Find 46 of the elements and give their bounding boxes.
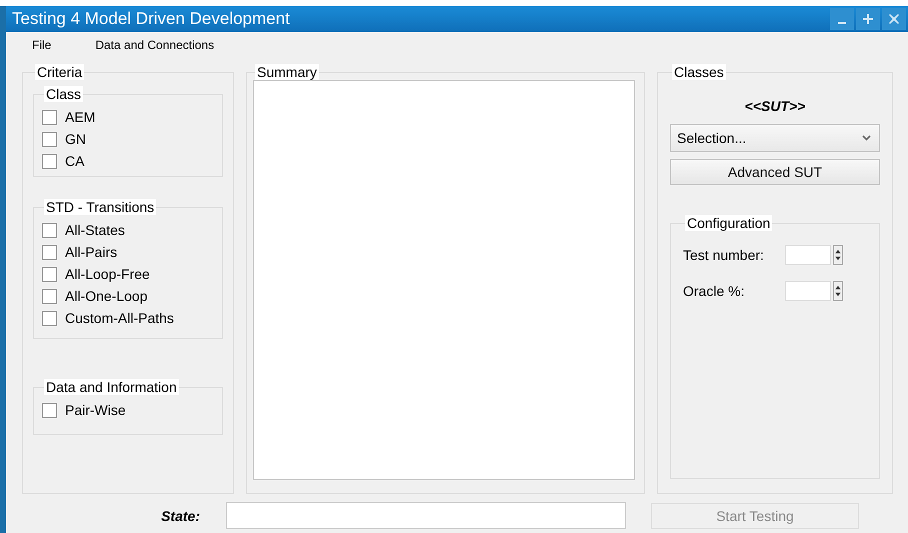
sut-label: <<SUT>>: [744, 98, 806, 114]
checkbox[interactable]: [42, 266, 57, 282]
checkbox-label: All-States: [65, 222, 125, 238]
menu-item[interactable]: Data and Connections: [95, 38, 214, 52]
checkbox[interactable]: [42, 402, 57, 418]
panel-title: Summary: [255, 64, 319, 80]
number-field[interactable]: [785, 245, 831, 265]
checkbox[interactable]: [42, 222, 57, 238]
minimize-button[interactable]: [830, 8, 854, 30]
checkbox-label: All-Loop-Free: [65, 266, 150, 282]
checkbox[interactable]: [42, 310, 57, 326]
state-label: State:: [160, 508, 201, 524]
panel-title: Criteria: [35, 64, 84, 80]
group-title: STD - Transitions: [44, 199, 156, 215]
checkbox-label: GN: [65, 131, 86, 147]
checkbox-label: Custom-All-Paths: [65, 310, 174, 326]
group-title: Configuration: [685, 215, 772, 231]
checkbox[interactable]: [42, 132, 57, 146]
window-title: Testing 4 Model Driven Development: [12, 9, 290, 29]
maximize-button[interactable]: [856, 8, 880, 30]
selection-dropdown[interactable]: Selection...: [670, 124, 880, 152]
advanced-sut-button[interactable]: Advanced SUT: [670, 159, 880, 185]
close-button[interactable]: [882, 8, 906, 30]
spinner-buttons[interactable]: [833, 281, 843, 301]
checkbox[interactable]: [42, 244, 57, 260]
checkbox-label: AEM: [65, 109, 96, 125]
chevron-down-icon: [862, 135, 871, 141]
checkbox[interactable]: [42, 288, 57, 304]
spinner-buttons[interactable]: [833, 245, 843, 265]
menu-item[interactable]: File: [32, 38, 52, 52]
plus-icon: [863, 14, 873, 24]
field-label: Test number:: [683, 247, 765, 263]
checkbox[interactable]: [42, 110, 57, 124]
group-title: Class: [44, 86, 84, 102]
state-field[interactable]: [226, 502, 626, 529]
number-field[interactable]: [785, 281, 831, 301]
checkbox-label: CA: [65, 153, 84, 169]
group-title: Data and Information: [44, 379, 179, 395]
minimize-icon: [838, 22, 846, 24]
checkbox-label: All-One-Loop: [65, 288, 148, 304]
checkbox[interactable]: [42, 154, 57, 168]
panel-title: Classes: [672, 64, 726, 80]
field-label: Oracle %:: [683, 283, 746, 299]
checkbox-label: Pair-Wise: [65, 402, 126, 418]
checkbox-label: All-Pairs: [65, 244, 118, 260]
close-icon: [889, 14, 899, 24]
